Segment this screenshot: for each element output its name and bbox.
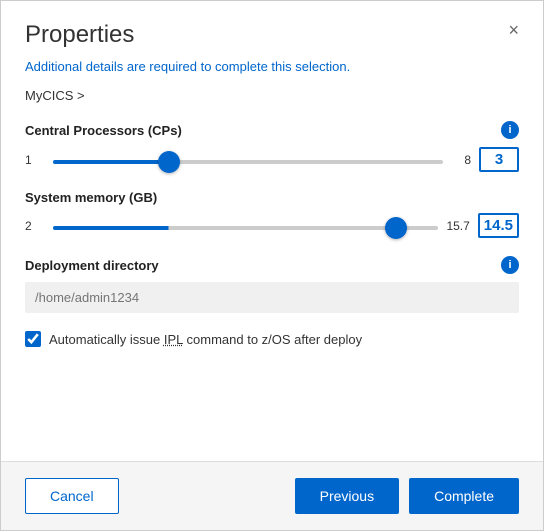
dialog-title: Properties <box>25 21 134 49</box>
memory-field-row: System memory (GB) 2 15.7 14.5 <box>25 190 519 238</box>
deployment-dir-label: Deployment directory <box>25 258 159 273</box>
deployment-dir-info-icon[interactable]: i <box>501 256 519 274</box>
memory-value: 14.5 <box>478 213 519 238</box>
memory-label-row: System memory (GB) <box>25 190 519 205</box>
memory-max: 15.7 <box>446 219 469 233</box>
cpu-slider-row: 1 8 3 <box>25 147 519 172</box>
cpu-max: 8 <box>451 153 471 167</box>
breadcrumb: MyCICS > <box>25 88 519 103</box>
cancel-button[interactable]: Cancel <box>25 478 119 514</box>
deployment-dir-label-row: Deployment directory i <box>25 256 519 274</box>
memory-min: 2 <box>25 219 45 233</box>
cpu-slider[interactable] <box>53 160 443 164</box>
cpu-min: 1 <box>25 153 45 167</box>
complete-button[interactable]: Complete <box>409 478 519 514</box>
subtitle-text: Additional details are required to compl… <box>25 59 519 74</box>
close-button[interactable]: × <box>508 21 519 39</box>
previous-button[interactable]: Previous <box>295 478 399 514</box>
deployment-dir-input[interactable] <box>25 282 519 313</box>
cpu-label: Central Processors (CPs) <box>25 123 182 138</box>
ipl-checkbox-label: Automatically issue IPL command to z/OS … <box>49 332 362 347</box>
dialog-header: Properties × <box>1 1 543 49</box>
memory-label: System memory (GB) <box>25 190 157 205</box>
memory-slider-row: 2 15.7 14.5 <box>25 213 519 238</box>
cpu-slider-wrapper <box>53 151 443 169</box>
ipl-label-link: IPL <box>164 332 183 347</box>
dialog-footer: Cancel Previous Complete <box>1 461 543 530</box>
deployment-dir-field-row: Deployment directory i <box>25 256 519 313</box>
ipl-checkbox-row: Automatically issue IPL command to z/OS … <box>25 331 519 347</box>
memory-slider-wrapper <box>53 217 438 235</box>
properties-dialog: Properties × Additional details are requ… <box>0 0 544 531</box>
cpu-field-row: Central Processors (CPs) i 1 8 3 <box>25 121 519 172</box>
dialog-body: Additional details are required to compl… <box>1 49 543 461</box>
cpu-info-icon[interactable]: i <box>501 121 519 139</box>
ipl-checkbox[interactable] <box>25 331 41 347</box>
ipl-label-after: command to z/OS after deploy <box>183 332 362 347</box>
cpu-label-row: Central Processors (CPs) i <box>25 121 519 139</box>
memory-slider[interactable] <box>53 226 438 230</box>
ipl-label-before: Automatically issue <box>49 332 164 347</box>
footer-right-buttons: Previous Complete <box>295 478 519 514</box>
cpu-value: 3 <box>479 147 519 172</box>
